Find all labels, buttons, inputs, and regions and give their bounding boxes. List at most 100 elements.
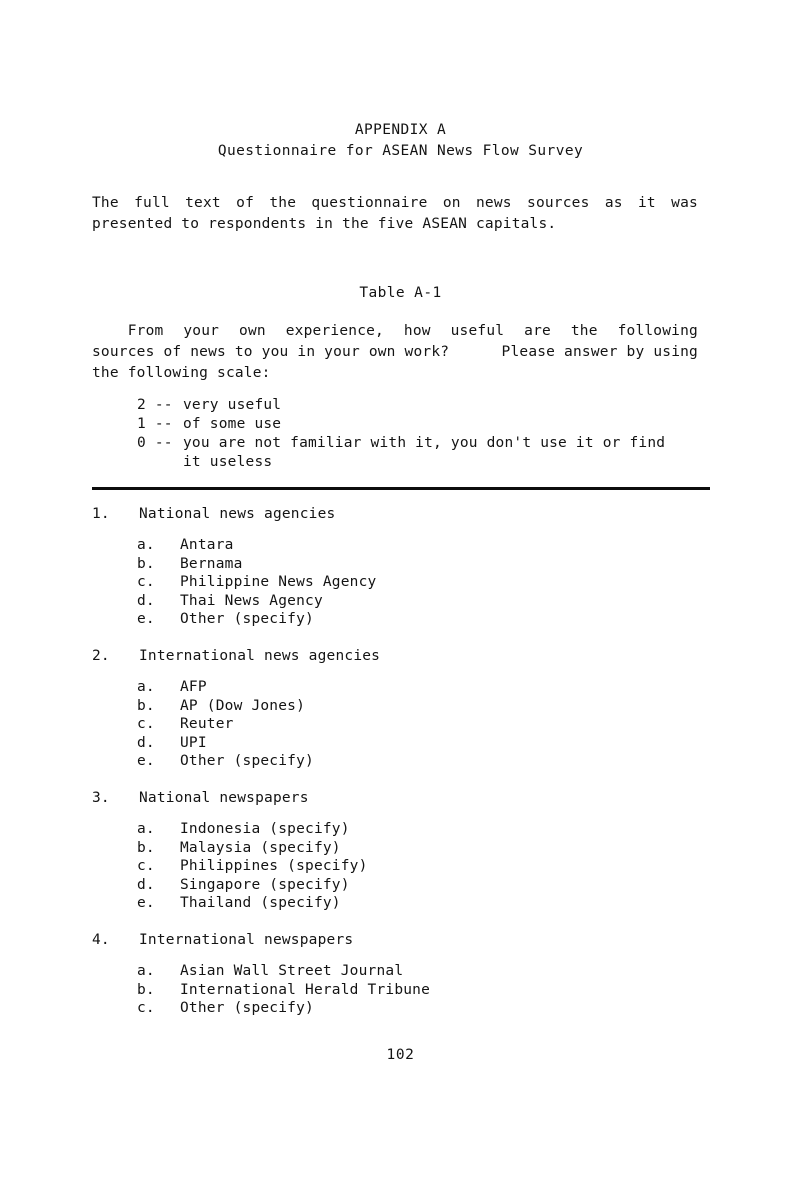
text-token: on	[442, 195, 461, 211]
option-letter: d.	[137, 876, 155, 893]
question-heading: 4. International newspapers	[92, 930, 712, 951]
question-option: e. Other (specify)	[137, 752, 712, 771]
text-token: From	[92, 323, 164, 339]
question-option: a. Indonesia (specify)	[137, 820, 712, 839]
text-token: useful	[450, 323, 505, 339]
option-label: Reuter	[180, 716, 234, 733]
question-option: b. AP (Dow Jones)	[137, 697, 712, 716]
question-number: 3.	[92, 789, 110, 806]
question-title: International newspapers	[139, 931, 354, 948]
text-token: sources of news to you in your own work?	[92, 344, 450, 360]
scale-description: very useful	[183, 397, 282, 413]
option-label: UPI	[180, 734, 207, 751]
question-option: d. Thai News Agency	[137, 592, 712, 611]
option-label: AFP	[180, 678, 207, 695]
document-page: APPENDIX A Questionnaire for ASEAN News …	[0, 0, 801, 1201]
option-letter: b.	[137, 555, 155, 572]
option-letter: d.	[137, 592, 155, 609]
text-token: your	[183, 323, 220, 339]
text-token: full	[134, 195, 170, 211]
question-title: International news agencies	[139, 647, 381, 664]
text-token: of	[236, 195, 255, 211]
option-label: Bernama	[180, 555, 243, 572]
option-label: AP (Dow Jones)	[180, 697, 306, 714]
scale-key: 1 --	[137, 416, 173, 432]
text-token: how	[403, 323, 431, 339]
text-token: it	[638, 195, 656, 211]
option-label: Antara	[180, 537, 234, 553]
text-token: following	[617, 323, 698, 339]
question-option: b. Bernama	[137, 555, 712, 574]
question-option: b. Malaysia (specify)	[137, 839, 712, 858]
scale-description: of some use	[183, 416, 282, 432]
horizontal-rule	[92, 487, 710, 490]
question-heading: 2. International news agencies	[92, 646, 712, 667]
text-token: the	[269, 195, 297, 211]
question-option: a. Asian Wall Street Journal	[137, 962, 712, 981]
option-letter: b.	[137, 839, 155, 856]
question-block: 1. National news agencies a. Antara b. Bernam…	[92, 504, 712, 629]
question-number: 2.	[92, 647, 110, 664]
question-option: a. AFP	[137, 678, 712, 697]
text-token: news	[475, 195, 512, 211]
scale-row: 2 -- very useful	[137, 396, 707, 415]
question-number: 4.	[92, 931, 110, 948]
text-token: The	[92, 195, 119, 211]
question-block: 2. International news agencies a. AFP b. AP (…	[92, 646, 712, 771]
option-letter: e.	[137, 895, 155, 912]
text-token: Please answer by using	[501, 344, 698, 360]
option-label: Singapore (specify)	[180, 876, 350, 893]
text-token: experience,	[285, 323, 384, 339]
scale-row: 0 -- you are not familiar with it, you do…	[137, 434, 707, 453]
option-letter: b.	[137, 981, 155, 998]
question-option: c. Other (specify)	[137, 999, 712, 1018]
question-block: 3. National newspapers a. Indonesia (specif…	[92, 788, 712, 913]
text-token: own	[239, 323, 266, 339]
question-option: d. Singapore (specify)	[137, 876, 712, 895]
scale-key: 0 --	[137, 435, 173, 451]
option-label: Indonesia (specify)	[180, 820, 350, 837]
question-number: 1.	[92, 506, 110, 522]
question-options: a. Asian Wall Street Journal b. Internation…	[137, 962, 712, 1018]
option-label: Other (specify)	[180, 753, 314, 770]
intro-line-1: The full text of the questionnaire on news sourc…	[92, 193, 698, 214]
option-letter: a.	[137, 678, 155, 695]
question-heading: 1. National news agencies	[92, 504, 712, 525]
appendix-title-block: APPENDIX A Questionnaire for ASEAN News …	[0, 120, 801, 162]
text-token: are	[524, 323, 551, 339]
prompt-line-1: From your own experience, how useful are the fol…	[92, 321, 698, 342]
question-options: a. AFP b. AP (Dow Jones) c. Reuter d. UPI e. Othe…	[137, 678, 712, 771]
option-letter: a.	[137, 537, 155, 553]
text-token: questionnaire	[311, 195, 428, 211]
option-letter: b.	[137, 697, 155, 714]
question-option: c. Philippine News Agency	[137, 573, 712, 592]
scale-row: 1 -- of some use	[137, 415, 707, 434]
appendix-title: APPENDIX A	[354, 122, 447, 138]
option-letter: a.	[137, 820, 155, 837]
option-letter: c.	[137, 858, 155, 875]
option-label: Other (specify)	[180, 1000, 314, 1017]
text-token: the	[570, 323, 598, 339]
option-label: Other (specify)	[180, 611, 314, 628]
question-block: 4. International newspapers a. Asian Wall S…	[92, 930, 712, 1018]
option-label: Thailand (specify)	[180, 895, 341, 912]
scale-legend: 2 -- very useful 1 -- of some use 0 -- you ar…	[137, 396, 707, 472]
scale-description-continuation: it useless	[183, 454, 273, 470]
intro-line-2: presented to respondents in the five ASE…	[92, 216, 557, 232]
intro-paragraph: The full text of the questionnaire on news sourc…	[92, 193, 698, 235]
option-letter: a.	[137, 962, 155, 979]
option-label: Philippines (specify)	[180, 858, 368, 875]
scale-key: 2 --	[137, 397, 173, 413]
option-label: Malaysia (specify)	[180, 839, 341, 856]
text-token: text	[185, 195, 221, 211]
scale-description: you are not familiar with it, you don't …	[183, 435, 666, 451]
question-option: a. Antara	[137, 536, 712, 555]
option-label: Philippine News Agency	[180, 574, 377, 591]
question-list: 1. National news agencies a. Antara b. Bernam…	[92, 504, 712, 1035]
option-letter: d.	[137, 734, 155, 751]
question-option: e. Thailand (specify)	[137, 894, 712, 913]
option-letter: c.	[137, 574, 155, 591]
text-token: as	[604, 195, 623, 211]
option-letter: e.	[137, 611, 155, 628]
question-title: National news agencies	[139, 506, 336, 522]
